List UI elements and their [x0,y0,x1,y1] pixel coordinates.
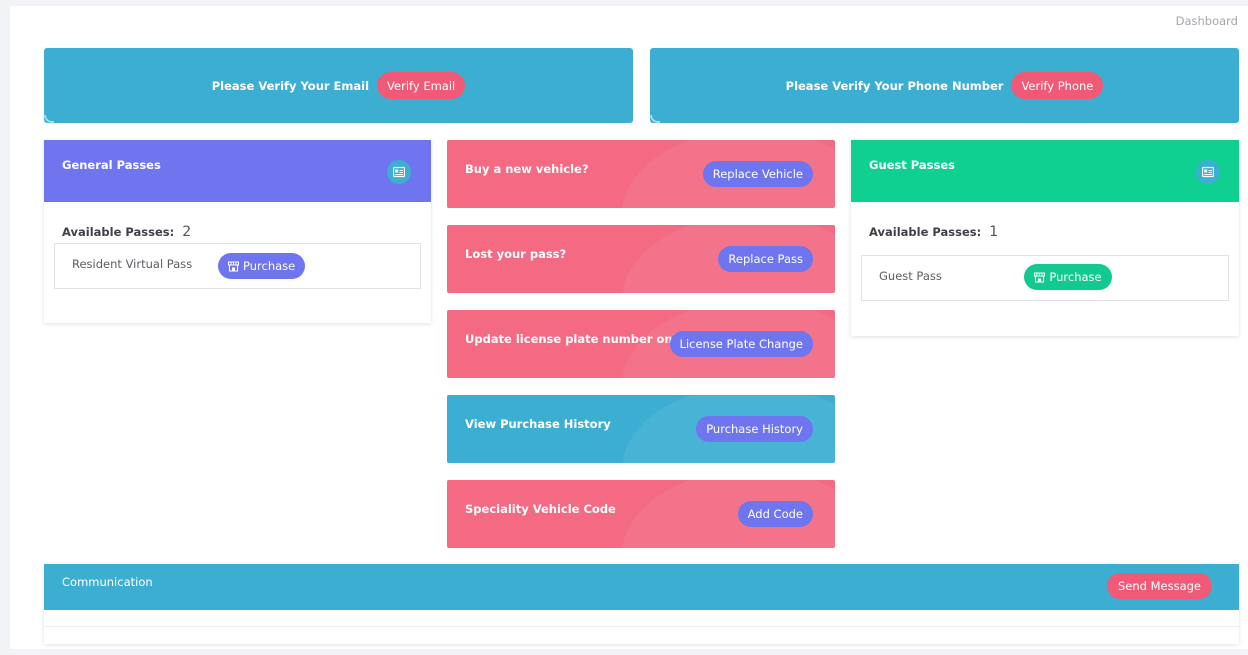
corner-decoration [44,115,54,123]
action-card-replace-vehicle: Buy a new vehicle? Replace Vehicle [447,140,835,208]
available-passes-label: Available Passes: [869,225,982,239]
guest-passes-header: Guest Passes [851,140,1239,202]
communication-title: Communication [62,575,153,589]
purchase-button[interactable]: Purchase [218,253,306,279]
verify-email-banner: Please Verify Your Email Verify Email [44,48,633,123]
breadcrumb[interactable]: Dashboard [1176,14,1238,28]
action-title: Lost your pass? [465,247,567,261]
purchase-history-button[interactable]: Purchase History [696,416,813,442]
license-plate-change-button[interactable]: License Plate Change [669,331,813,357]
purchase-button[interactable]: Purchase [1024,264,1112,290]
replace-pass-button[interactable]: Replace Pass [718,246,813,272]
action-card-replace-pass: Lost your pass? Replace Pass [447,225,835,293]
action-card-license-plate: Update license plate number only License… [447,310,835,378]
action-card-speciality-code: Speciality Vehicle Code Add Code [447,480,835,548]
available-passes-count: 2 [182,224,192,240]
general-passes-header: General Passes [44,140,431,202]
purchase-label: Purchase [1049,270,1102,284]
divider [44,626,1239,627]
purchase-label: Purchase [243,259,296,273]
verify-phone-text: Please Verify Your Phone Number [785,78,1004,93]
guest-passes-title: Guest Passes [869,158,955,172]
id-card-icon [1196,160,1220,184]
verify-email-button[interactable]: Verify Email [377,72,466,99]
available-passes: Available Passes: 2 [62,224,191,240]
available-passes: Available Passes: 1 [869,224,998,240]
communication-header: Communication Send Message [44,564,1239,610]
available-passes-label: Available Passes: [62,225,175,239]
send-message-button[interactable]: Send Message [1106,573,1212,599]
verify-email-text: Please Verify Your Email [211,78,370,93]
general-passes-title: General Passes [62,158,161,172]
action-title: Speciality Vehicle Code [465,502,616,516]
corner-decoration [650,115,660,123]
action-card-purchase-history: View Purchase History Purchase History [447,395,835,463]
guest-passes-card: Guest Passes Available Passes: 1 Guest Pa… [851,140,1239,336]
pass-item: Resident Virtual Pass Purchase [54,243,421,289]
general-passes-card: General Passes Available Passes: 2 Reside… [44,140,431,323]
pass-name: Guest Pass [879,269,942,283]
action-title: View Purchase History [465,417,611,431]
id-card-icon [387,160,411,184]
pass-name: Resident Virtual Pass [72,257,193,271]
storefront-icon [228,260,239,272]
pass-item: Guest Pass Purchase [861,255,1229,301]
verify-phone-button[interactable]: Verify Phone [1011,72,1104,99]
communication-card: Communication Send Message [44,564,1239,644]
action-title: Update license plate number only [465,332,685,346]
add-code-button[interactable]: Add Code [737,501,813,527]
verify-phone-banner: Please Verify Your Phone Number Verify P… [650,48,1239,123]
available-passes-count: 1 [989,224,999,240]
storefront-icon [1034,271,1046,283]
replace-vehicle-button[interactable]: Replace Vehicle [702,161,813,187]
action-title: Buy a new vehicle? [465,162,589,176]
